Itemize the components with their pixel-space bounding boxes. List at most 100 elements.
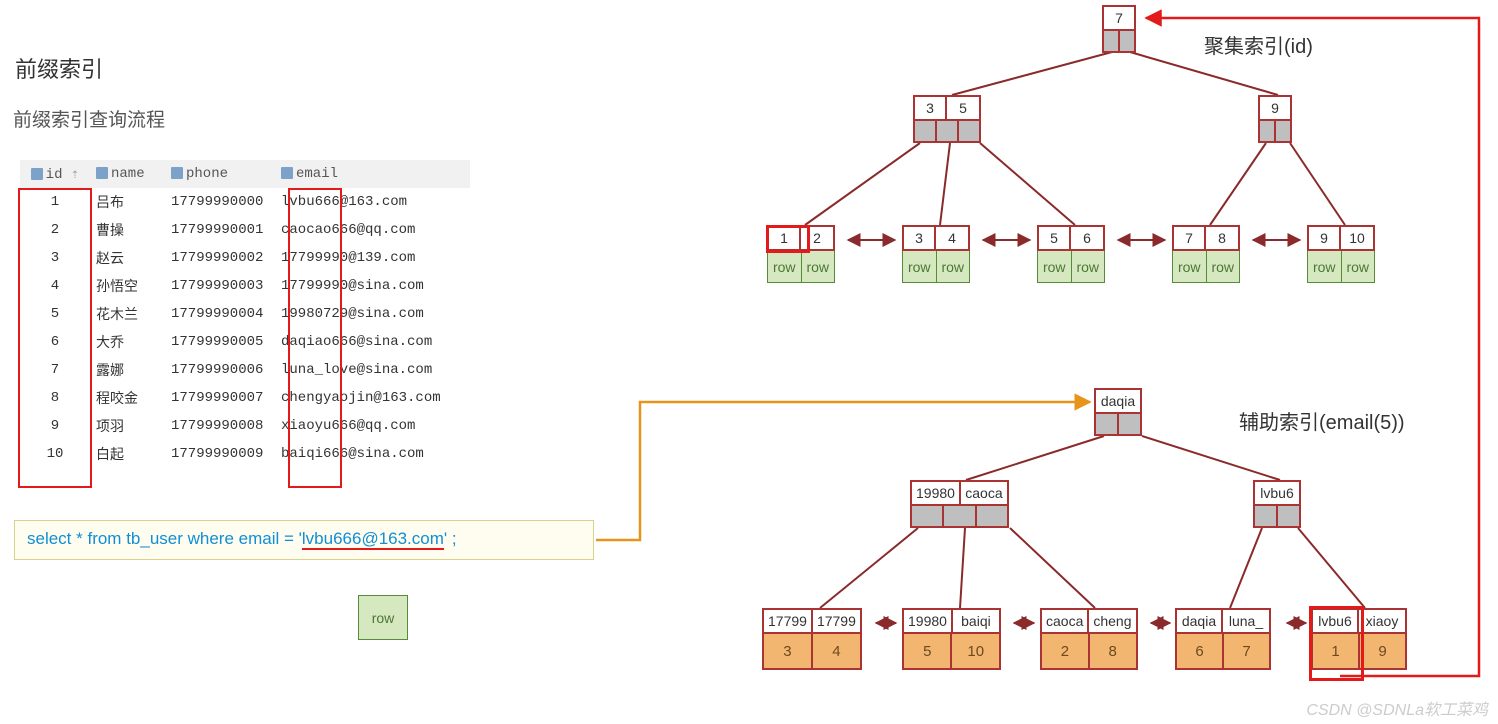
- key-cell: lvbu6: [1253, 480, 1301, 506]
- table-row: 4孙悟空1779999000317799990@sina.com: [20, 272, 470, 300]
- key-cell: 3: [913, 95, 947, 121]
- table-header: id ⇡ name phone email: [20, 160, 470, 188]
- key-cell: lvbu6: [1311, 608, 1359, 634]
- key-cell: 8: [1206, 225, 1240, 251]
- table-row: 2曹操17799990001caocao666@qq.com: [20, 216, 470, 244]
- key-cell: luna_: [1223, 608, 1271, 634]
- key-cell: 3: [902, 225, 936, 251]
- id-cell: 6: [1175, 634, 1224, 670]
- secondary-root: daqia: [1094, 388, 1142, 436]
- column-icon: [31, 168, 43, 180]
- secondary-mid-1: lvbu6: [1253, 480, 1301, 528]
- clustered-leaf-1: 34rowrow: [902, 225, 970, 283]
- watermark: CSDN @SDNLa软工菜鸡: [1306, 696, 1488, 720]
- table-row: 3赵云1779999000217799990@139.com: [20, 244, 470, 272]
- pointer-cell: [910, 506, 944, 528]
- secondary-leaf-4: lvbu6xiaoy19: [1311, 608, 1407, 670]
- table-row: 10白起17799990009baiqi666@sina.com: [20, 440, 470, 468]
- sql-text-post: ' ;: [444, 529, 457, 548]
- table-row: 9项羽17799990008xiaoyu666@qq.com: [20, 412, 470, 440]
- subtitle: 前缀索引查询流程: [13, 105, 165, 132]
- row-cell: row: [1037, 251, 1072, 283]
- key-cell: 2: [801, 225, 835, 251]
- id-cell: 8: [1090, 634, 1138, 670]
- row-cell: row: [902, 251, 937, 283]
- key-cell: daqia: [1175, 608, 1223, 634]
- clustered-leaf-0: 12rowrow: [767, 225, 835, 283]
- pointer-cell: [944, 506, 976, 528]
- key-cell: baiqi: [953, 608, 1001, 634]
- key-cell: 4: [936, 225, 970, 251]
- column-icon: [171, 167, 183, 179]
- pointer-cell: [1258, 121, 1276, 143]
- secondary-index-label: 辅助索引(email(5)): [1239, 406, 1405, 435]
- pointer-cell: [1102, 31, 1120, 53]
- key-cell: 7: [1172, 225, 1206, 251]
- row-cell: row: [1307, 251, 1342, 283]
- clustered-mid-0: 35: [913, 95, 981, 143]
- sql-query: select * from tb_user where email = 'lvb…: [14, 520, 594, 560]
- row-cell: row: [937, 251, 971, 283]
- sql-text-pre: select * from tb_user where email = ': [27, 529, 302, 548]
- key-cell: 17799: [762, 608, 813, 634]
- secondary-leaf-3: daqialuna_67: [1175, 608, 1271, 670]
- key-cell: 6: [1071, 225, 1105, 251]
- id-cell: 2: [1040, 634, 1090, 670]
- key-cell: caoca: [961, 480, 1009, 506]
- id-cell: 7: [1224, 634, 1271, 670]
- key-cell: 5: [947, 95, 981, 121]
- key-cell: 17799: [813, 608, 862, 634]
- key-cell: 19980: [902, 608, 953, 634]
- secondary-leaf-1: 19980baiqi510: [902, 608, 1001, 670]
- key-cell: cheng: [1089, 608, 1137, 634]
- clustered-root: 7: [1102, 5, 1136, 53]
- key-cell: daqia: [1094, 388, 1142, 414]
- key-cell: 9: [1258, 95, 1292, 121]
- row-cell: row: [802, 251, 836, 283]
- pointer-cell: [1276, 121, 1292, 143]
- row-cell: row: [1172, 251, 1207, 283]
- table-row: 7露娜17799990006luna_love@sina.com: [20, 356, 470, 384]
- row-cell: row: [767, 251, 802, 283]
- pointer-cell: [1278, 506, 1301, 528]
- key-cell: 5: [1037, 225, 1071, 251]
- pointer-cell: [1094, 414, 1119, 436]
- secondary-mid-0: 19980caoca: [910, 480, 1009, 528]
- pointer-cell: [1253, 506, 1278, 528]
- clustered-mid-1: 9: [1258, 95, 1292, 143]
- row-cell: row: [1342, 251, 1376, 283]
- table-row: 8程咬金17799990007chengyaojin@163.com: [20, 384, 470, 412]
- key-cell: 7: [1102, 5, 1136, 31]
- clustered-index-label: 聚集索引(id): [1204, 30, 1313, 59]
- row-cell: row: [1207, 251, 1241, 283]
- id-cell: 10: [952, 634, 1000, 670]
- secondary-leaf-0: 177991779934: [762, 608, 862, 670]
- pointer-cell: [1120, 31, 1136, 53]
- pointer-cell: [977, 506, 1009, 528]
- id-cell: 4: [813, 634, 862, 670]
- main-title: 前缀索引: [15, 52, 103, 84]
- clustered-leaf-3: 78rowrow: [1172, 225, 1240, 283]
- pointer-cell: [1119, 414, 1142, 436]
- secondary-leaf-2: caocacheng28: [1040, 608, 1138, 670]
- pointer-cell: [959, 121, 981, 143]
- table-row: 1吕布17799990000lvbu666@163.com: [20, 188, 470, 216]
- pointer-cell: [913, 121, 937, 143]
- row-cell: row: [1072, 251, 1106, 283]
- column-icon: [281, 167, 293, 179]
- id-cell: 9: [1360, 634, 1407, 670]
- table-row: 5花木兰1779999000419980729@sina.com: [20, 300, 470, 328]
- key-cell: xiaoy: [1359, 608, 1407, 634]
- key-cell: 10: [1341, 225, 1375, 251]
- pointer-cell: [937, 121, 959, 143]
- key-cell: 1: [767, 225, 801, 251]
- clustered-leaf-4: 910rowrow: [1307, 225, 1375, 283]
- sql-text-highlight: lvbu666@163.com: [302, 529, 444, 550]
- clustered-leaf-2: 56rowrow: [1037, 225, 1105, 283]
- row-legend: row: [358, 595, 408, 640]
- key-cell: caoca: [1040, 608, 1089, 634]
- id-cell: 5: [902, 634, 952, 670]
- table-row: 6大乔17799990005daqiao666@sina.com: [20, 328, 470, 356]
- id-cell: 1: [1311, 634, 1360, 670]
- key-cell: 9: [1307, 225, 1341, 251]
